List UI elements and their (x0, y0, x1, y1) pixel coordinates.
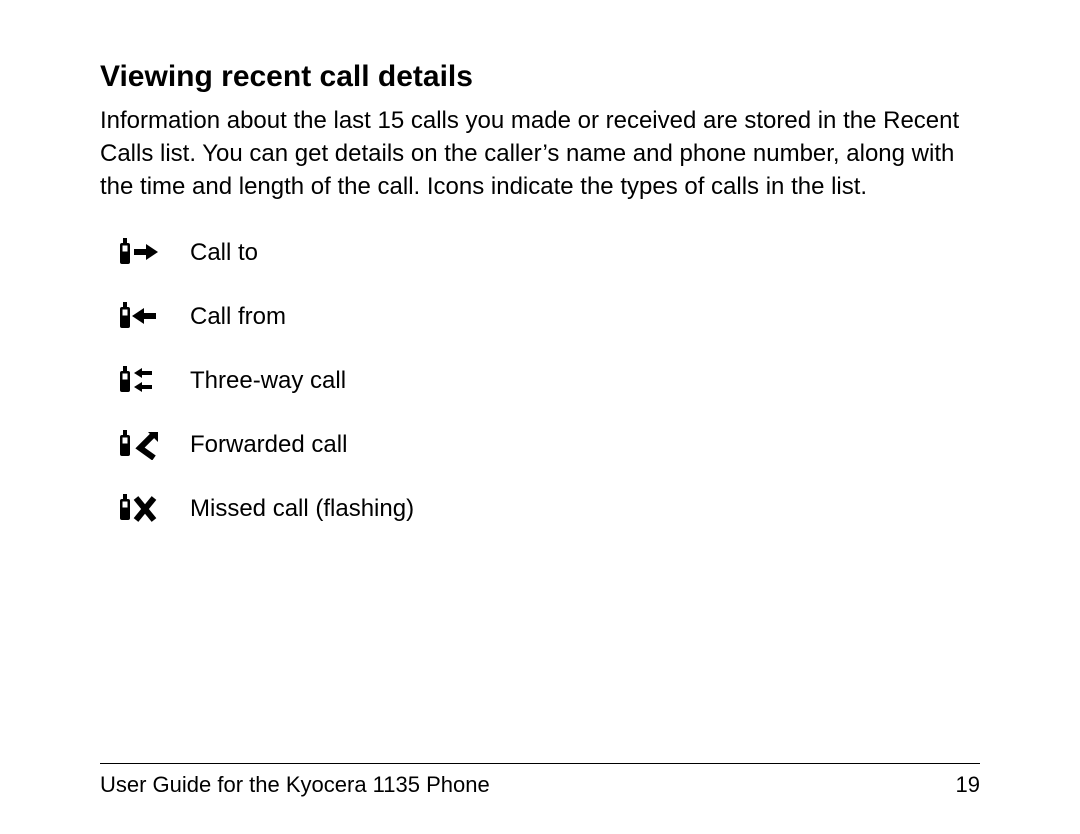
section-heading: Viewing recent call details (100, 60, 980, 94)
legend-row-three-way: Three-way call (120, 361, 980, 401)
page-footer: User Guide for the Kyocera 1135 Phone 19 (100, 763, 980, 798)
footer-page-number: 19 (956, 772, 980, 798)
footer-rule (100, 763, 980, 764)
three-way-call-icon (120, 366, 190, 396)
forwarded-call-icon (120, 430, 190, 460)
legend-label: Missed call (flashing) (190, 495, 414, 523)
footer-title: User Guide for the Kyocera 1135 Phone (100, 772, 490, 798)
legend-label: Forwarded call (190, 431, 347, 459)
legend-label: Three-way call (190, 367, 346, 395)
legend-row-missed: Missed call (flashing) (120, 489, 980, 529)
legend-label: Call to (190, 239, 258, 267)
legend-row-call-to: Call to (120, 233, 980, 273)
legend-label: Call from (190, 303, 286, 331)
missed-call-icon (120, 494, 190, 524)
legend-row-forwarded: Forwarded call (120, 425, 980, 465)
call-to-icon (120, 238, 190, 268)
call-from-icon (120, 302, 190, 332)
legend-row-call-from: Call from (120, 297, 980, 337)
icon-legend-list: Call to Call from (100, 233, 980, 529)
body-paragraph: Information about the last 15 calls you … (100, 104, 980, 203)
document-page: Viewing recent call details Information … (0, 0, 1080, 834)
